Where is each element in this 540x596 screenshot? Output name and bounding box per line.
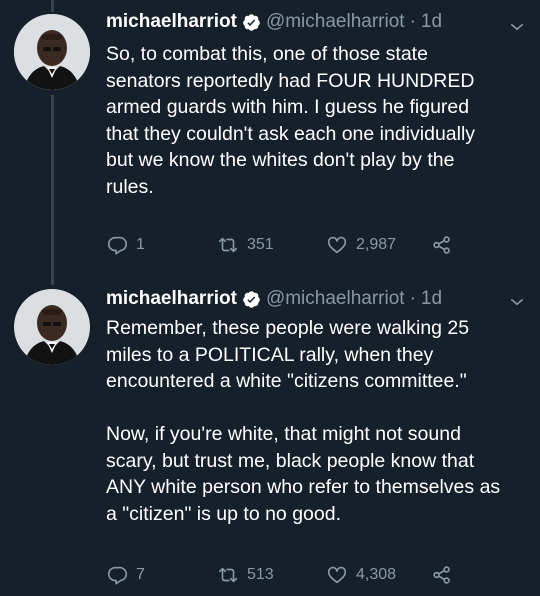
retweet-icon [218, 567, 238, 583]
separator-dot: · [409, 288, 416, 309]
reply-button[interactable]: 7 [106, 563, 145, 587]
share-button[interactable] [431, 233, 461, 257]
reply-count: 7 [136, 566, 145, 583]
display-name[interactable]: michaelharriot [106, 288, 237, 310]
like-icon [327, 236, 347, 254]
retweet-button[interactable]: 513 [217, 563, 274, 587]
avatar[interactable] [14, 14, 90, 90]
tweet-actions: 7 513 4,308 [106, 563, 526, 587]
like-button[interactable]: 2,987 [326, 233, 396, 257]
reply-count: 1 [136, 236, 145, 253]
tweet-header: michaelharriot @michaelharriot · 1d [106, 286, 500, 312]
verified-icon [242, 290, 261, 309]
share-button[interactable] [431, 563, 461, 587]
retweet-button[interactable]: 351 [217, 233, 274, 257]
separator-dot: · [409, 11, 416, 32]
tweet-actions: 1 351 2,987 [106, 233, 526, 257]
reply-icon [107, 236, 127, 255]
tweet-text: Remember, these people were walking 25 m… [106, 317, 501, 525]
like-button[interactable]: 4,308 [326, 563, 396, 587]
tweet[interactable]: michaelharriot @michaelharriot · 1d Reme… [0, 276, 540, 596]
chevron-down-icon[interactable] [508, 18, 526, 36]
handle[interactable]: @michaelharriot [266, 11, 405, 33]
retweet-icon [218, 237, 238, 253]
display-name[interactable]: michaelharriot [106, 11, 237, 33]
retweet-count: 513 [247, 566, 274, 583]
retweet-count: 351 [247, 236, 274, 253]
like-count: 2,987 [356, 236, 397, 253]
timestamp[interactable]: 1d [421, 288, 442, 310]
share-icon [433, 566, 450, 584]
chevron-down-icon[interactable] [508, 293, 526, 311]
handle[interactable]: @michaelharriot [266, 288, 405, 310]
timestamp[interactable]: 1d [421, 11, 442, 33]
reply-icon [107, 566, 127, 585]
tweet-header: michaelharriot @michaelharriot · 1d [106, 9, 500, 35]
like-count: 4,308 [356, 566, 397, 583]
like-icon [327, 566, 347, 584]
tweet-text: So, to combat this, one of those state s… [106, 43, 476, 198]
avatar[interactable] [14, 289, 90, 365]
share-icon [433, 236, 450, 254]
verified-icon [242, 13, 261, 32]
reply-button[interactable]: 1 [106, 233, 145, 257]
tweet[interactable]: michaelharriot @michaelharriot · 1d So, … [0, 0, 540, 285]
